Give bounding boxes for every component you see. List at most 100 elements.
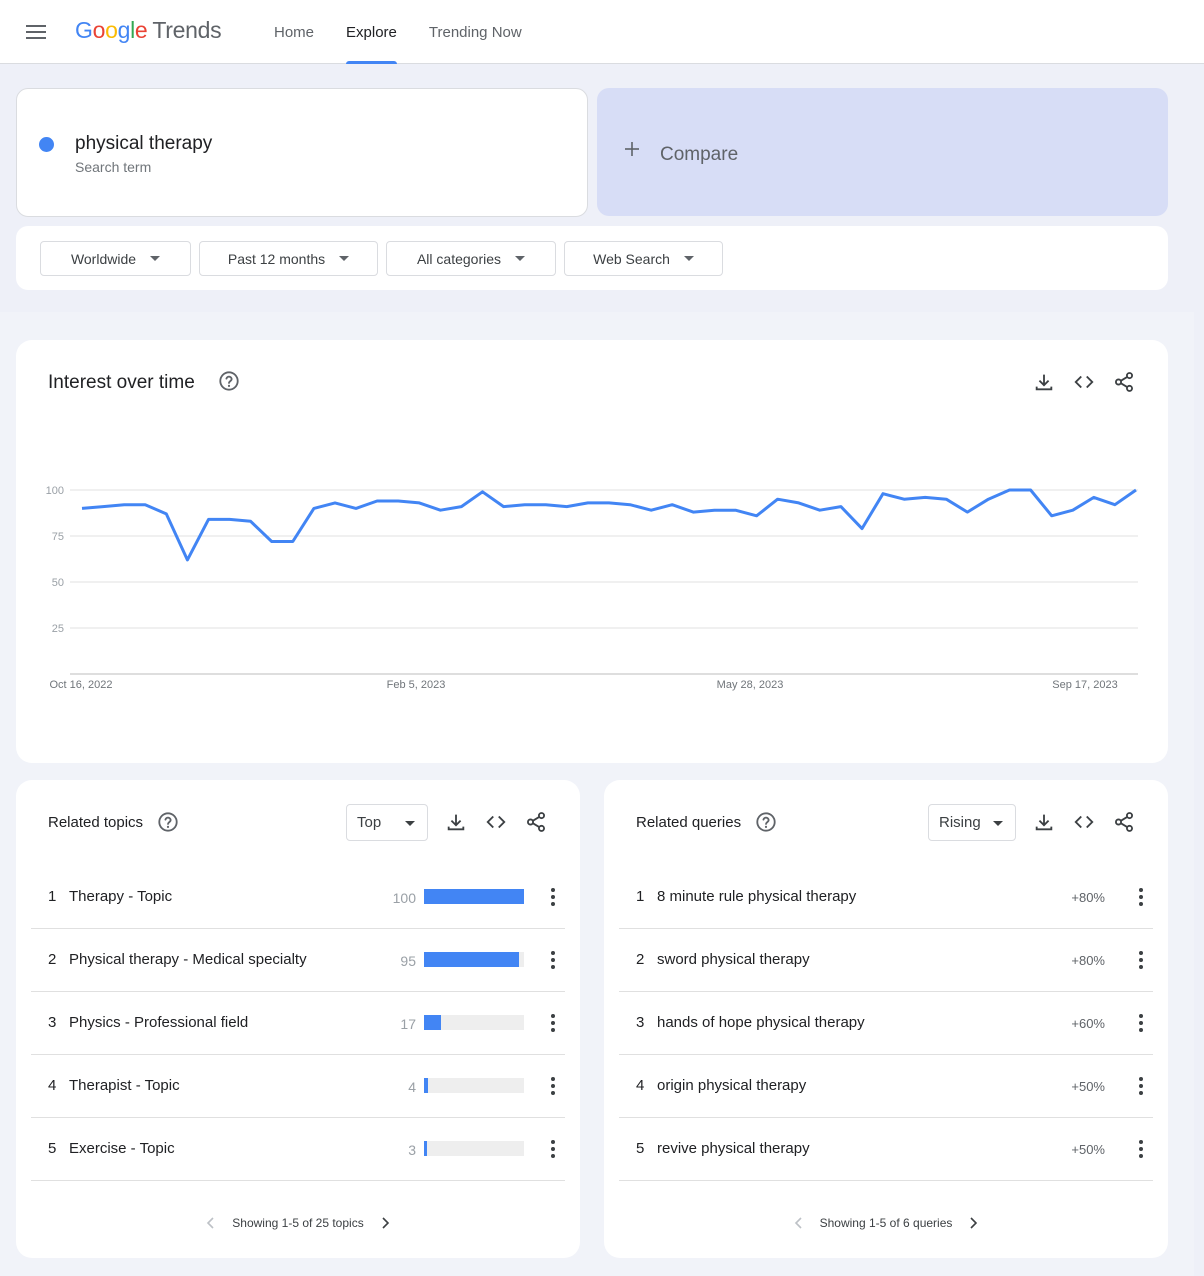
topic-row[interactable]: 2 Physical therapy - Medical specialty 9… — [31, 929, 565, 992]
topic-label[interactable]: Physics - Professional field — [69, 1014, 248, 1031]
filter-bar: Worldwide Past 12 months All categories … — [16, 226, 1168, 290]
topics-pagination-text: Showing 1-5 of 25 topics — [232, 1216, 364, 1230]
logo-letter: G — [75, 17, 93, 43]
topic-bar-fill — [424, 1078, 428, 1093]
topic-label[interactable]: Exercise - Topic — [69, 1140, 175, 1157]
download-icon[interactable] — [1033, 811, 1055, 833]
tab-explore[interactable]: Explore — [330, 0, 413, 64]
topic-bar — [424, 889, 524, 904]
logo-letter: g — [117, 17, 131, 43]
more-options-icon[interactable] — [1135, 949, 1147, 971]
queries-filter-select[interactable]: Rising — [928, 804, 1016, 841]
query-label[interactable]: origin physical therapy — [657, 1077, 806, 1094]
query-label[interactable]: hands of hope physical therapy — [657, 1014, 865, 1031]
search-term-card[interactable]: physical therapy Search term — [16, 88, 588, 217]
query-label[interactable]: 8 minute rule physical therapy — [657, 888, 856, 905]
topic-bar — [424, 1015, 524, 1030]
topics-filter-value: Top — [357, 814, 382, 831]
query-label[interactable]: sword physical therapy — [657, 951, 810, 968]
compare-button[interactable]: Compare — [597, 88, 1168, 216]
topics-filter-select[interactable]: Top — [346, 804, 428, 841]
topic-row[interactable]: 3 Physics - Professional field 17 — [31, 992, 565, 1055]
topic-bar — [424, 1078, 524, 1093]
search-type-filter[interactable]: Web Search — [564, 241, 723, 276]
plus-icon — [625, 142, 639, 156]
query-rank: 5 — [636, 1140, 645, 1157]
x-tick-label: Feb 5, 2023 — [387, 679, 446, 691]
related-queries-card: Related queries Rising 1 8 minute rule p… — [604, 780, 1168, 1258]
search-term-name[interactable]: physical therapy — [75, 133, 212, 155]
query-growth: +80% — [1071, 953, 1105, 968]
more-options-icon[interactable] — [547, 949, 559, 971]
more-options-icon[interactable] — [1135, 886, 1147, 908]
topic-value: 4 — [408, 1079, 416, 1095]
chevron-left-icon[interactable] — [792, 1216, 806, 1230]
topic-bar-fill — [424, 952, 519, 967]
more-options-icon[interactable] — [547, 1012, 559, 1034]
query-row[interactable]: 3 hands of hope physical therapy +60% — [619, 992, 1153, 1055]
queries-filter-value: Rising — [939, 814, 981, 831]
topics-pagination: Showing 1-5 of 25 topics — [16, 1216, 580, 1230]
topic-rank: 1 — [48, 888, 57, 905]
chevron-right-icon[interactable] — [966, 1216, 980, 1230]
topic-bar-fill — [424, 1015, 441, 1030]
query-growth: +50% — [1071, 1079, 1105, 1094]
topic-label[interactable]: Therapy - Topic — [69, 888, 172, 905]
category-filter[interactable]: All categories — [386, 241, 556, 276]
share-icon[interactable] — [1113, 811, 1135, 833]
query-row[interactable]: 2 sword physical therapy +80% — [619, 929, 1153, 992]
embed-code-icon[interactable] — [1073, 811, 1095, 833]
y-tick-label: 50 — [52, 577, 64, 589]
topic-label[interactable]: Physical therapy - Medical specialty — [69, 951, 307, 968]
download-icon[interactable] — [445, 811, 467, 833]
google-trends-logo[interactable]: Google Trends — [75, 17, 222, 44]
help-icon[interactable] — [157, 811, 179, 833]
tab-home[interactable]: Home — [258, 0, 330, 64]
more-options-icon[interactable] — [547, 886, 559, 908]
more-options-icon[interactable] — [547, 1138, 559, 1160]
more-options-icon[interactable] — [1135, 1012, 1147, 1034]
category-filter-label: All categories — [416, 250, 502, 267]
query-growth: +50% — [1071, 1142, 1105, 1157]
query-label[interactable]: revive physical therapy — [657, 1140, 810, 1157]
topic-bar — [424, 1141, 524, 1156]
caret-down-icon — [683, 256, 694, 261]
query-rank: 3 — [636, 1014, 645, 1031]
chevron-left-icon[interactable] — [204, 1216, 218, 1230]
caret-down-icon — [150, 256, 161, 261]
more-options-icon[interactable] — [547, 1075, 559, 1097]
topic-row[interactable]: 4 Therapist - Topic 4 — [31, 1055, 565, 1118]
topic-rank: 2 — [48, 951, 57, 968]
topic-bar-fill — [424, 889, 524, 904]
logo-letter: o — [92, 17, 106, 43]
embed-code-icon[interactable] — [485, 811, 507, 833]
interest-line-chart[interactable]: 25 50 75 100 Oct 16, 2022 Feb 5, 2023 May 28, … — [16, 340, 1168, 763]
share-icon[interactable] — [525, 811, 547, 833]
compare-label: Compare — [660, 144, 739, 165]
region-filter[interactable]: Worldwide — [40, 241, 191, 276]
query-growth: +60% — [1071, 1016, 1105, 1031]
caret-down-icon — [993, 821, 1003, 826]
search-type-filter-label: Web Search — [593, 250, 670, 267]
query-row[interactable]: 5 revive physical therapy +50% — [619, 1118, 1153, 1181]
topic-value: 95 — [400, 953, 416, 969]
hamburger-menu-icon[interactable] — [24, 20, 48, 44]
logo-letter: o — [105, 17, 118, 43]
time-range-filter[interactable]: Past 12 months — [199, 241, 378, 276]
tab-trending-now[interactable]: Trending Now — [413, 0, 538, 64]
query-row[interactable]: 1 8 minute rule physical therapy +80% — [619, 866, 1153, 929]
more-options-icon[interactable] — [1135, 1075, 1147, 1097]
chevron-right-icon[interactable] — [378, 1216, 392, 1230]
query-row[interactable]: 4 origin physical therapy +50% — [619, 1055, 1153, 1118]
more-options-icon[interactable] — [1135, 1138, 1147, 1160]
topic-row[interactable]: 5 Exercise - Topic 3 — [31, 1118, 565, 1181]
series-line[interactable] — [81, 488, 1137, 562]
x-tick-label: Oct 16, 2022 — [50, 679, 113, 691]
help-icon[interactable] — [755, 811, 777, 833]
trends-wordmark: Trends — [152, 17, 222, 43]
query-rank: 1 — [636, 888, 645, 905]
topic-label[interactable]: Therapist - Topic — [69, 1077, 180, 1094]
topic-rank: 5 — [48, 1140, 57, 1157]
topic-bar-fill — [424, 1141, 427, 1156]
topic-row[interactable]: 1 Therapy - Topic 100 — [31, 866, 565, 929]
